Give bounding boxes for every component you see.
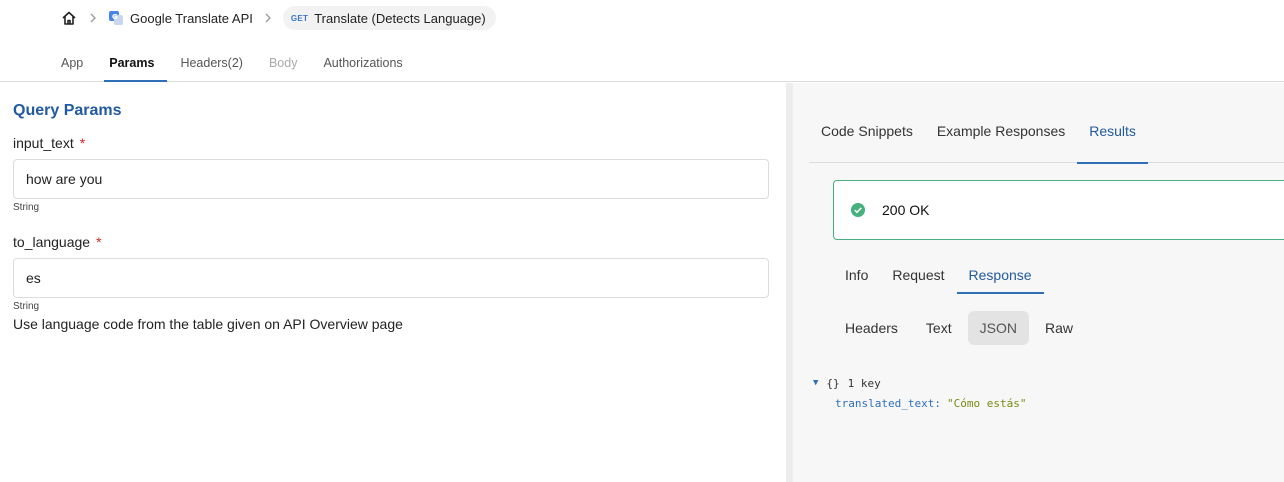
to-language-type: String [13, 301, 40, 312]
right-tabs: Code Snippets Example Responses Results [809, 113, 1284, 164]
section-title: Query Params [13, 102, 122, 119]
required-marker: * [96, 234, 102, 250]
required-marker: * [79, 135, 86, 151]
tab-body: Body [268, 56, 298, 70]
input-text-field[interactable] [13, 159, 769, 199]
tab-request[interactable]: Request [880, 257, 956, 294]
input-text-type: String [13, 202, 40, 213]
tab-response[interactable]: Response [956, 257, 1044, 294]
chevron-right-icon [261, 11, 275, 25]
tab-format-headers[interactable]: Headers [833, 311, 910, 345]
tab-results[interactable]: Results [1077, 113, 1148, 164]
breadcrumb-app-label: Google Translate API [130, 10, 253, 26]
json-value: "Cómo estás" [946, 396, 1027, 410]
home-icon[interactable] [60, 9, 78, 27]
check-circle-icon [851, 203, 865, 217]
to-language-label: to_language * [13, 234, 102, 250]
results-panel: Code Snippets Example Responses Results … [793, 83, 1284, 482]
tab-example-responses[interactable]: Example Responses [925, 113, 1077, 163]
google-translate-logo-icon: G [109, 11, 123, 25]
breadcrumb-endpoint[interactable]: GET Translate (Detects Language) [282, 6, 496, 30]
format-tabs: Headers Text JSON Raw [833, 311, 1089, 345]
json-brace: {} [826, 376, 840, 390]
json-viewer: ▼ {} 1 key translated_text: "Cómo estás" [813, 373, 1026, 413]
tab-headers[interactable]: Headers(2) [167, 44, 256, 82]
params-panel: Query Params input_text * String to_langu… [0, 83, 786, 482]
panel-resize-handle[interactable] [786, 83, 793, 482]
to-language-label-text: to_language [13, 234, 91, 250]
svg-text:G: G [112, 13, 118, 21]
tab-format-text[interactable]: Text [914, 311, 964, 345]
tab-authorizations[interactable]: Authorizations [310, 44, 415, 82]
response-sub-tabs: Info Request Response [833, 257, 1044, 294]
input-text-label-text: input_text [13, 135, 74, 151]
header-bar: G Google Translate API GET Translate (De… [0, 0, 1284, 82]
chevron-right-icon [86, 11, 100, 25]
json-key: translated_text: [835, 396, 941, 410]
json-entry-row: translated_text: "Cómo estás" [813, 393, 1026, 413]
tab-info[interactable]: Info [833, 257, 880, 294]
tab-format-json[interactable]: JSON [967, 311, 1029, 345]
to-language-help: Use language code from the table given o… [13, 316, 403, 332]
breadcrumb-app[interactable]: G Google Translate API [108, 10, 253, 26]
status-banner: 200 OK [833, 180, 1284, 240]
breadcrumb-endpoint-label: Translate (Detects Language) [314, 10, 486, 26]
collapse-caret-icon[interactable]: ▼ [813, 378, 818, 388]
status-text: 200 OK [882, 202, 930, 218]
tab-params[interactable]: Params [96, 44, 168, 82]
tab-format-raw[interactable]: Raw [1033, 311, 1085, 345]
tab-code-snippets[interactable]: Code Snippets [809, 113, 925, 163]
tab-app[interactable]: App [48, 44, 96, 82]
to-language-field[interactable] [13, 258, 769, 298]
json-root-row[interactable]: ▼ {} 1 key [813, 373, 1026, 393]
breadcrumb: G Google Translate API GET Translate (De… [60, 6, 496, 30]
input-text-label: input_text * [13, 135, 85, 151]
method-badge: GET [290, 13, 309, 23]
json-key-count: 1 key [847, 376, 881, 390]
main-tabs: App Params Headers(2) Body Authorization… [48, 44, 416, 82]
